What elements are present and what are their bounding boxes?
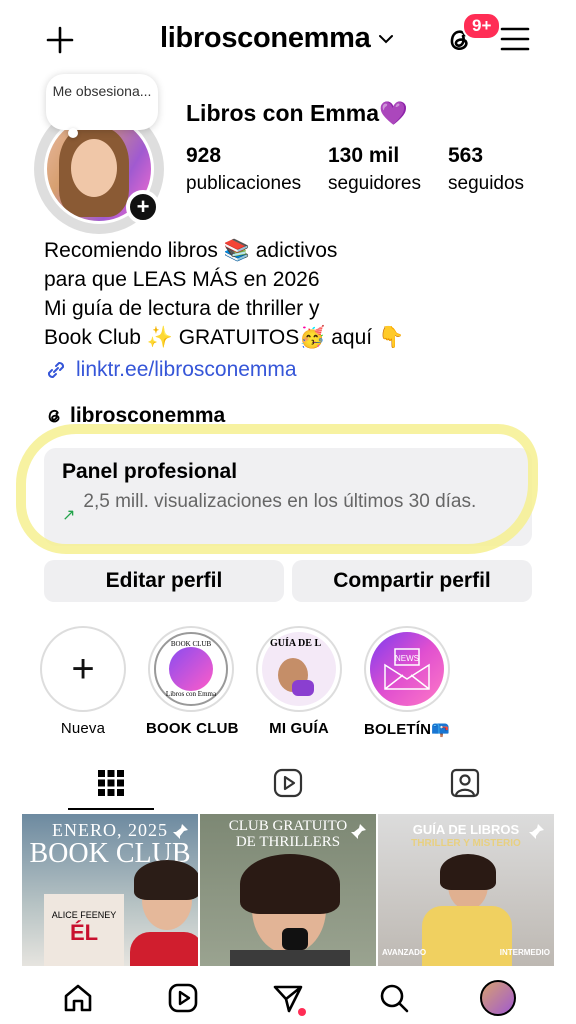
chevron-down-icon [379,34,394,43]
highlight-book-club[interactable]: BOOK CLUB Libros con Emma BOOK CLUB [146,626,239,737]
account-switcher[interactable]: librosconemma [160,22,394,55]
stat-followers[interactable]: 130 mil seguidores [328,142,448,198]
create-plus-icon[interactable] [44,24,76,56]
active-tab-indicator [68,808,154,810]
threads-small-icon [48,409,60,423]
highlight-cover: NEWS [364,626,450,712]
bottom-navigation [0,966,576,1024]
highlight-boletin[interactable]: NEWS BOLETÍN📪 [362,626,452,738]
post-tile[interactable]: CLUB GRATUITO DE THRILLERS [200,814,376,966]
stat-posts[interactable]: 928 publicaciones [186,142,328,198]
display-name: Libros con Emma💜 [186,100,408,127]
stat-label: seguidores [328,173,421,194]
menu-icon[interactable] [500,26,530,52]
bio-line: para que LEAS MÁS en 2026 [44,268,320,291]
cover-text: GUÍA DE L [270,638,322,649]
book-title: ÉL [69,920,99,945]
stat-value: 130 mil [328,144,400,167]
link-text: linktr.ee/librosconemma [76,358,297,381]
envelope-icon: NEWS [384,648,430,690]
profile-stats: 928 publicaciones 130 mil seguidores 563… [186,142,524,198]
unread-dot [298,1008,306,1016]
pinned-icon [173,824,188,839]
bio-line: Mi guía de lectura de thriller y [44,297,320,320]
book-cover: ALICE FEENEY ÉL [44,894,124,966]
search-icon[interactable] [378,982,410,1014]
purple-heart-emoji: 💜 [378,100,408,126]
add-highlight-icon: + [40,626,126,712]
stat-value: 928 [186,144,222,167]
content-tabs [0,760,576,810]
highlight-label: BOOK CLUB [146,720,239,737]
note-bubble-tail [68,128,78,138]
home-icon[interactable] [62,982,94,1014]
highlighter-annotation [16,424,538,554]
highlight-new[interactable]: + Nueva [38,626,128,737]
stat-following[interactable]: 563 seguidos [448,142,524,198]
grid-icon[interactable] [96,768,126,798]
top-bar: librosconemma 9+ [0,0,576,78]
profile-link[interactable]: linktr.ee/librosconemma [44,358,297,382]
reels-nav-icon[interactable] [167,982,199,1014]
cover-text: BOOK CLUB [170,640,212,648]
post-tile[interactable]: GUÍA DE LIBROS THRILLER Y MISTERIO AVANZ… [378,814,554,966]
highlight-label: MI GUÍA [269,720,329,737]
add-story-icon[interactable]: + [126,190,160,224]
profile-nav-avatar[interactable] [480,980,516,1016]
stat-label: seguidos [448,173,525,194]
tagged-icon[interactable] [450,768,480,798]
book-author: ALICE FEENEY [51,910,117,920]
highlight-mi-guia[interactable]: GUÍA DE L MI GUÍA [254,626,344,737]
username-label: librosconemma [160,22,371,54]
share-profile-button[interactable]: Compartir perfil [292,560,532,602]
post-tile[interactable]: ENERO, 2025 BOOK CLUB ALICE FEENEY ÉL [22,814,198,966]
bio-line: Recomiendo libros 📚 adictivos [44,239,338,262]
profile-bio: Recomiendo libros 📚 adictivos para que L… [44,236,404,352]
edit-profile-button[interactable]: Editar perfil [44,560,284,602]
reels-icon[interactable] [273,768,303,798]
pinned-icon [351,824,366,839]
post-tag: AVANZADO [382,948,427,957]
display-name-text: Libros con Emma [186,100,379,126]
highlight-cover: GUÍA DE L [256,626,342,712]
note-bubble[interactable]: Me obsesiona... [46,74,158,130]
bio-line: Book Club ✨ GRATUITOS🥳 aquí 👇 [44,326,405,349]
cover-text: NEWS [395,654,419,663]
post-grid: ENERO, 2025 BOOK CLUB ALICE FEENEY ÉL CL… [22,814,554,966]
stat-value: 563 [448,144,484,167]
highlight-label: Nueva [60,720,106,737]
highlight-label: BOLETÍN📪 [363,721,451,738]
post-tag: INTERMEDIO [499,948,550,957]
stat-label: publicaciones [186,173,302,194]
notification-badge: 9+ [462,12,502,40]
pinned-icon [529,824,544,839]
highlight-cover: BOOK CLUB Libros con Emma [148,626,234,712]
cover-text: Libros con Emma [165,690,217,698]
link-icon [47,361,65,379]
